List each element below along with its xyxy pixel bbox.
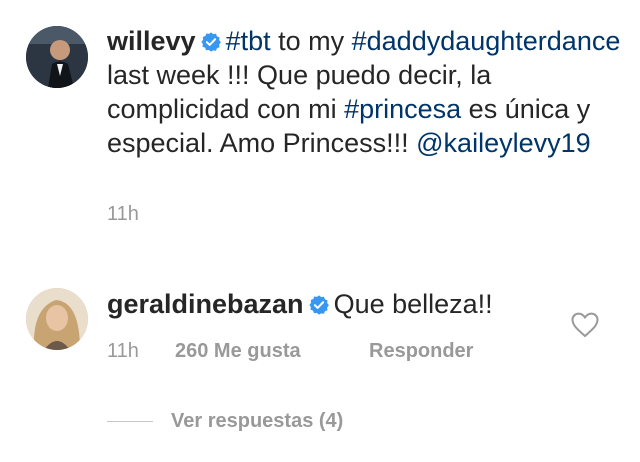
post-caption: willevy #tbt to my #daddydaughterdance la… <box>0 0 640 262</box>
mention-link[interactable]: @kaileylevy19 <box>416 128 591 158</box>
comment: geraldinebazan Que belleza!! <box>107 287 587 321</box>
avatar-image <box>26 26 88 88</box>
hashtag-link[interactable]: #tbt <box>226 26 271 56</box>
avatar[interactable] <box>26 26 88 88</box>
caption-text: willevy #tbt to my #daddydaughterdance la… <box>107 24 627 160</box>
post-username[interactable]: willevy <box>107 26 196 56</box>
verified-badge-icon <box>308 290 330 315</box>
hashtag-link[interactable]: #princesa <box>344 94 461 124</box>
comment-meta: 11h 260 Me gusta Responder <box>107 340 473 363</box>
post-timestamp: 11h <box>107 203 139 225</box>
reply-button[interactable]: Responder <box>369 340 473 363</box>
view-replies-label: Ver respuestas (4) <box>171 410 344 432</box>
avatar-image <box>26 288 88 350</box>
comment-likes[interactable]: 260 Me gusta <box>175 340 369 363</box>
caption-fragment: to my <box>270 26 352 56</box>
replies-divider <box>107 421 153 422</box>
commenter-avatar[interactable] <box>26 288 88 350</box>
verified-badge-icon <box>200 27 222 52</box>
comment-username[interactable]: geraldinebazan <box>107 289 304 319</box>
heart-outline-icon[interactable] <box>571 312 599 338</box>
hashtag-link[interactable]: #daddydaughterdance <box>352 26 621 56</box>
view-replies-button[interactable]: Ver respuestas (4) <box>107 410 343 433</box>
comment-text: Que belleza!! <box>333 289 493 319</box>
comment-timestamp: 11h <box>107 340 139 362</box>
